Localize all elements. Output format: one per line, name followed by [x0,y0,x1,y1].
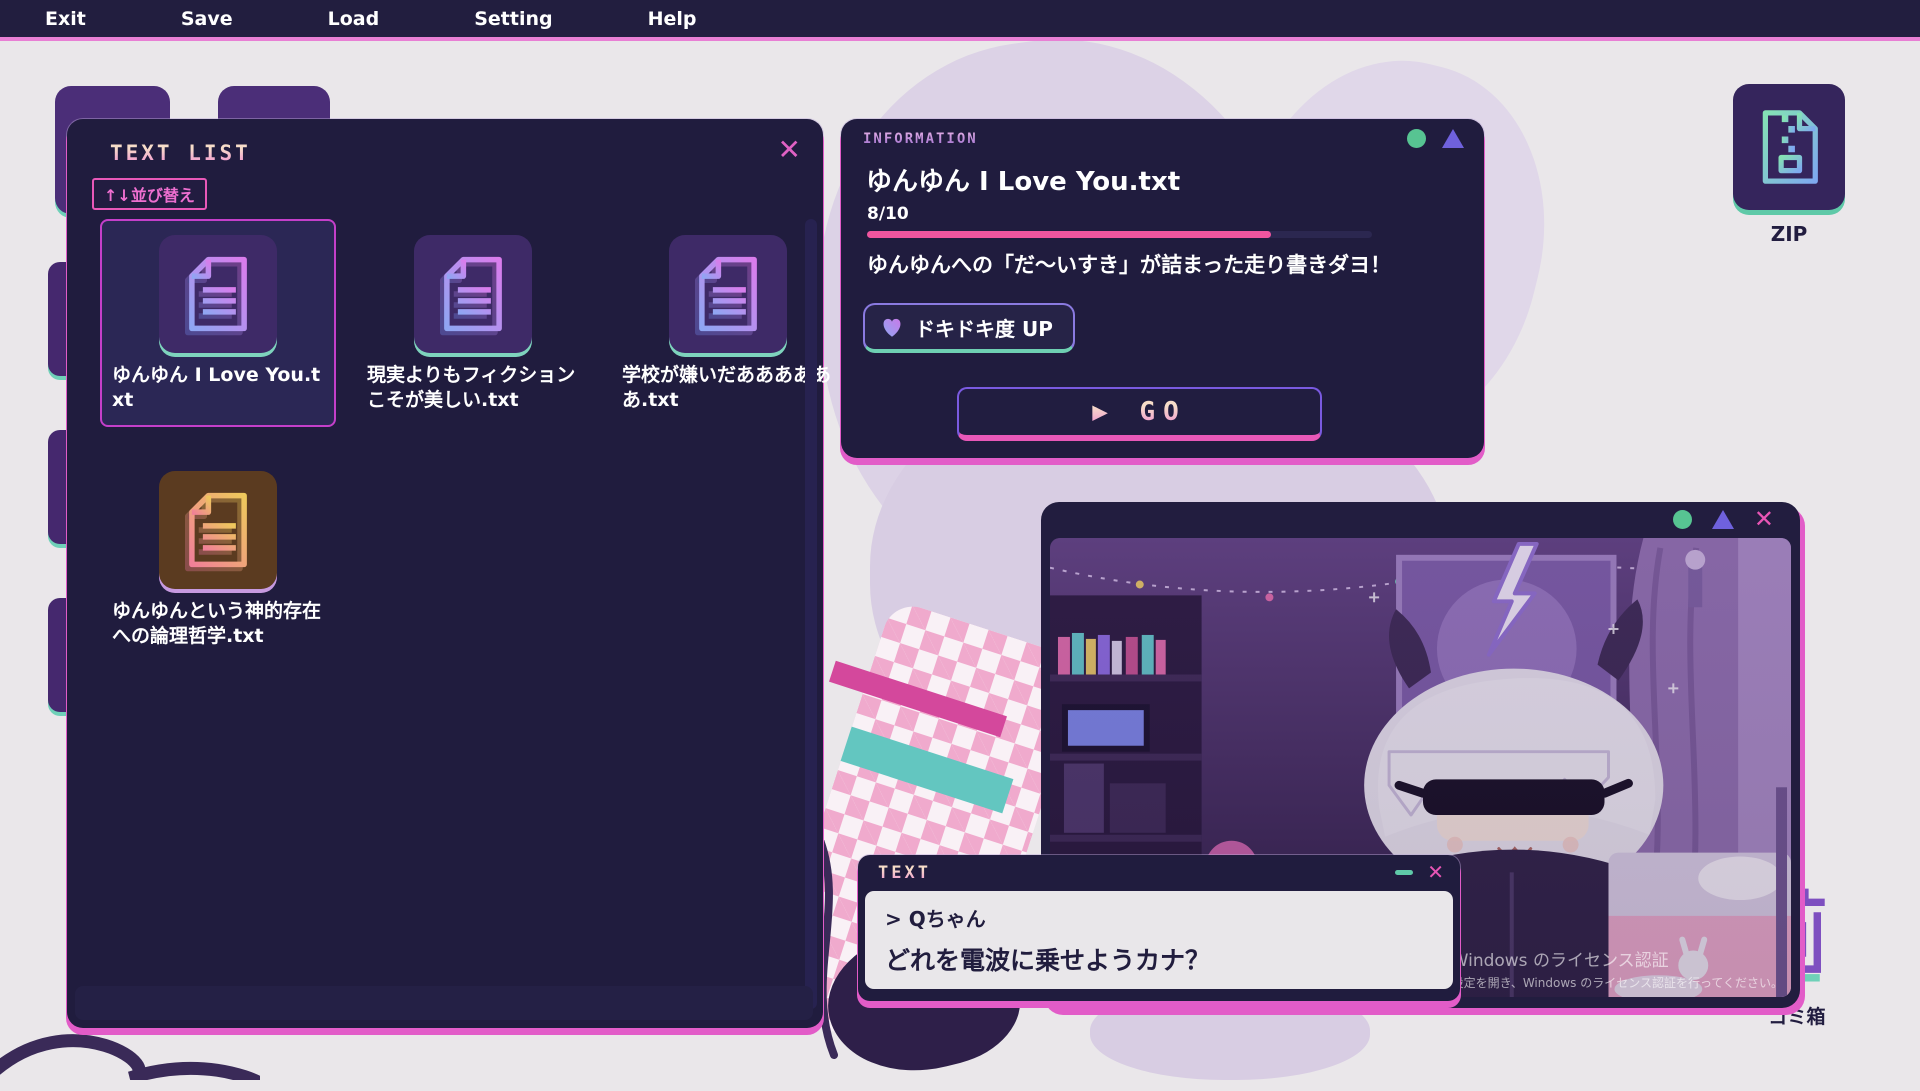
file-name: 学校が嫌いだああああああ.txt [622,363,834,413]
dialog-speaker: > Qちゃん [885,903,1433,932]
windows-activation-watermark: Windows のライセンス認証 設定を開き、Windows のライセンス認証を… [1452,946,1783,991]
menu-item-load[interactable]: Load [328,8,380,30]
restore-icon[interactable] [1712,510,1734,529]
watermark-line1: Windows のライセンス認証 [1452,946,1783,971]
rating-label: 8/10 [867,204,909,224]
menu-item-save[interactable]: Save [181,8,233,30]
window-controls: ✕ [1395,863,1444,882]
close-icon[interactable]: ✕ [778,133,801,166]
zip-file-icon[interactable] [1733,84,1845,210]
go-button-label: ▶ GO [1092,397,1187,427]
watermark-line2: 設定を開き、Windows のライセンス認証を行ってください。 [1452,974,1783,991]
maximize-icon[interactable] [1673,510,1692,529]
text-dialog-window: TEXT ✕ > Qちゃん どれを電波に乗せようカナ？ [858,855,1460,1001]
dokidoki-badge: ドキドキ度 UP [863,303,1075,353]
window-title: INFORMATION [863,131,978,147]
file-tile-2[interactable]: 現実よりもフィクションこそが美しい.txt [355,219,591,427]
information-window: INFORMATION ゆんゆん I Love You.txt 8/10 ゆんゆ… [841,119,1484,458]
window-title: TEXT LIST [110,141,251,165]
dialog-body[interactable]: > Qちゃん どれを電波に乗せようカナ？ [865,891,1453,989]
file-name: ゆんゆんという神的存在への論理哲学.txt [112,599,324,649]
text-file-icon [669,235,787,353]
file-tile-4[interactable]: ゆんゆんという神的存在への論理哲学.txt [100,455,336,663]
text-file-icon [159,471,277,589]
vertical-scrollbar[interactable] [805,219,817,1009]
text-file-icon [159,235,277,353]
file-name: ゆんゆん I Love You.txt [112,363,324,413]
menu-item-setting[interactable]: Setting [474,8,552,30]
badge-label: ドキドキ度 UP [915,313,1053,342]
selected-file-title: ゆんゆん I Love You.txt [866,161,1180,198]
zip-icon-label: ZIP [1733,222,1845,246]
close-icon[interactable]: ✕ [1427,863,1444,882]
menu-bar: Exit Save Load Setting Help [0,0,1920,41]
sort-button[interactable]: ↑↓並び替え [92,178,207,210]
zip-glyph-icon [1747,105,1831,189]
text-file-icon [414,235,532,353]
window-controls [1407,129,1464,148]
file-tile-1[interactable]: ゆんゆん I Love You.txt [100,219,336,427]
file-name: 現実よりもフィクションこそが美しい.txt [367,363,579,413]
progress-bar [867,231,1372,238]
file-description: ゆんゆんへの「だ〜いすき」が詰まった走り書きダヨ！ [867,249,1457,279]
progress-fill [867,231,1271,238]
dialog-message: どれを電波に乗せようカナ？ [885,941,1433,977]
close-icon[interactable]: ✕ [1754,510,1774,529]
go-button[interactable]: ▶ GO [957,387,1322,441]
minimize-icon[interactable] [1395,870,1413,875]
text-list-window: TEXT LIST ✕ ↑↓並び替え ゆんゆん I Love You.txt 現実… [67,119,823,1028]
horizontal-scrollbar[interactable] [75,986,813,1020]
maximize-icon[interactable] [1407,129,1426,148]
window-controls: ✕ [1673,510,1774,529]
window-title: TEXT [878,863,931,883]
restore-icon[interactable] [1442,129,1464,148]
menu-item-help[interactable]: Help [648,8,697,30]
heart-icon [879,314,905,340]
menu-item-exit[interactable]: Exit [45,8,86,30]
